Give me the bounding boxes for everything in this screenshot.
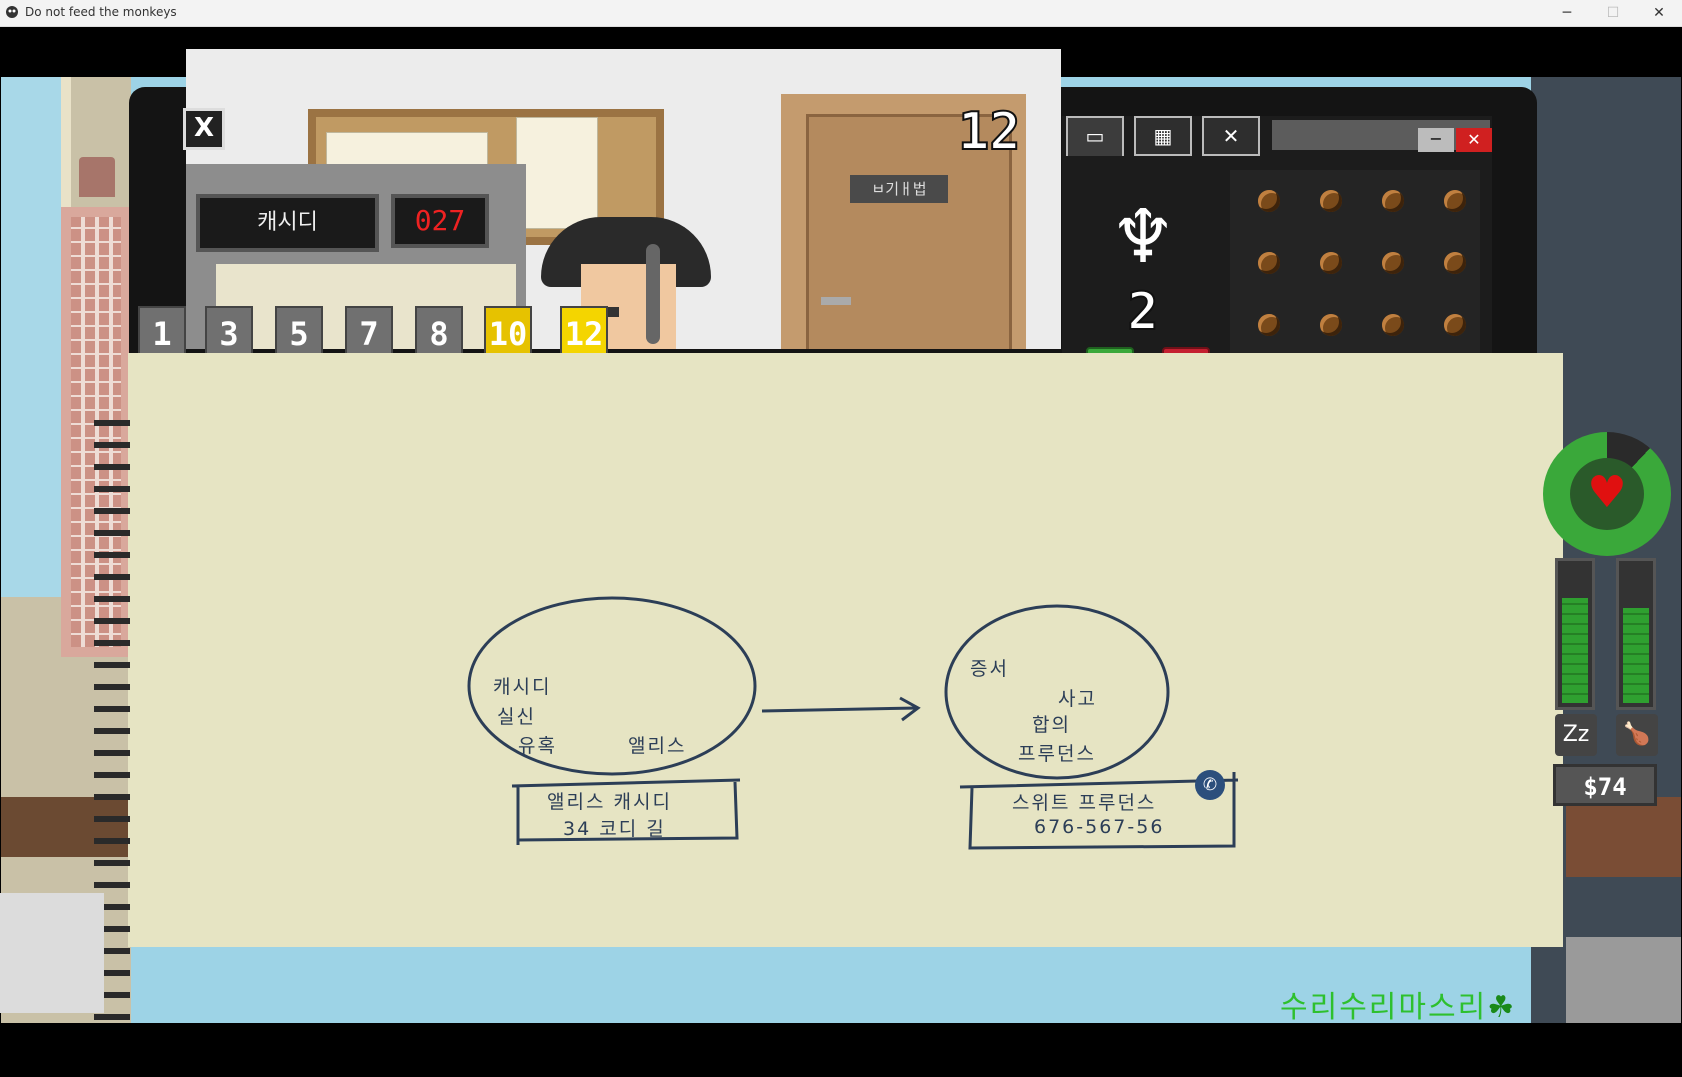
note-full-name: 앨리스 캐시디 — [547, 791, 672, 813]
sleep-bar — [1555, 558, 1595, 710]
note-cassidy: 캐시디 — [493, 676, 552, 698]
food-bar-fill — [1623, 607, 1649, 703]
money-counter: $74 — [1553, 764, 1657, 806]
watermark-text: 수리수리마스리☘ — [1280, 982, 1516, 1026]
food-bar — [1616, 558, 1656, 710]
heart-icon: ♥ — [1570, 458, 1644, 530]
note-faint: 실신 — [497, 706, 536, 728]
note-seduction: 유혹 — [518, 735, 557, 757]
note-phone-number: 676-567-56 — [1034, 816, 1165, 838]
note-alice: 앨리스 — [628, 735, 687, 757]
clover-icon: ☘ — [1487, 990, 1517, 1025]
note-sweet-prudence: 스위트 프루던스 — [1012, 792, 1157, 814]
note-address: 34 코디 길 — [563, 818, 666, 840]
arrow-line — [761, 706, 919, 713]
note-prudence: 프루던스 — [1018, 743, 1096, 765]
note-settlement: 합의 — [1032, 714, 1071, 736]
notebook-drawings — [467, 596, 1239, 850]
note-deed: 증서 — [970, 658, 1009, 680]
watermark-label: 수리수리마스리 — [1280, 990, 1488, 1025]
sleep-bar-fill — [1562, 598, 1588, 703]
phone-icon[interactable]: ✆ — [1195, 770, 1225, 800]
food-icon: 🍗 — [1616, 714, 1658, 756]
note-accident: 사고 — [1058, 688, 1097, 710]
sleep-icon: Zz — [1555, 714, 1597, 756]
health-ring: ♥ — [1543, 432, 1671, 556]
